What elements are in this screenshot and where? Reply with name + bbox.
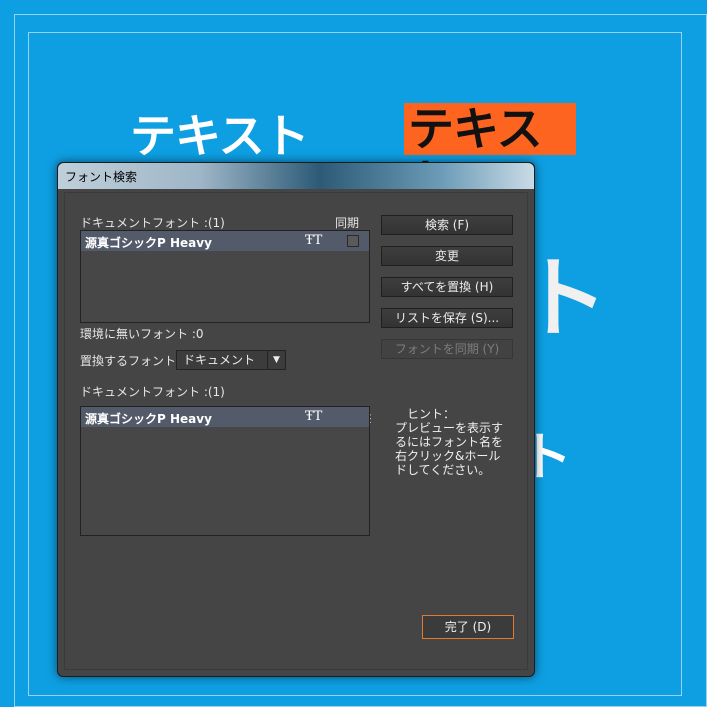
list-item[interactable]: 源真ゴシックP Heavy ŦT xyxy=(81,231,369,251)
truetype-font-icon: ŦT xyxy=(305,409,323,424)
dialog-titlebar[interactable]: フォント検索 xyxy=(58,163,534,189)
sync-column-label: 同期 xyxy=(335,216,360,230)
replace-with-value: ドキュメント xyxy=(183,353,256,367)
font-name: 源真ゴシックP Heavy xyxy=(85,236,212,250)
find-button[interactable]: 検索 (F) xyxy=(381,215,513,235)
canvas-text-white[interactable]: テキスト xyxy=(130,100,310,166)
sync-checkbox[interactable] xyxy=(347,235,359,247)
change-button[interactable]: 変更 xyxy=(381,246,513,266)
document-fonts-label: ドキュメントフォント :(1) xyxy=(80,216,225,230)
dialog-content: ドキュメントフォント :(1) 同期 源真ゴシックP Heavy ŦT 環境に無… xyxy=(64,192,528,670)
dialog-title: フォント検索 xyxy=(65,170,138,184)
replace-list-label: ドキュメントフォント :(1) xyxy=(80,385,225,399)
replace-fonts-list[interactable]: 源真ゴシックP Heavy ŦT xyxy=(80,406,370,536)
done-button[interactable]: 完了 (D) xyxy=(422,615,514,639)
truetype-font-icon: ŦT xyxy=(305,233,323,248)
list-item[interactable]: 源真ゴシックP Heavy ŦT xyxy=(81,407,369,427)
hint-title: ヒント： xyxy=(407,407,456,421)
font-name: 源真ゴシックP Heavy xyxy=(85,412,212,426)
save-list-button[interactable]: リストを保存 (S)... xyxy=(381,308,513,328)
hint-text: プレビューを表示するにはフォント名を右クリック&ホールドしてください。 xyxy=(395,421,504,477)
chevron-down-icon: ▼ xyxy=(267,351,285,369)
missing-fonts-label: 環境に無いフォント :0 xyxy=(80,327,204,341)
canvas-text-highlighted[interactable]: テキスト xyxy=(404,103,576,207)
replace-with-dropdown[interactable]: ドキュメント ▼ xyxy=(176,350,286,370)
replace-with-label: 置換するフォント : xyxy=(80,354,184,368)
sync-fonts-button[interactable]: フォントを同期 (Y) xyxy=(381,339,513,359)
find-font-dialog: フォント検索 ドキュメントフォント :(1) 同期 源真ゴシックP Heavy … xyxy=(57,162,535,677)
document-fonts-list[interactable]: 源真ゴシックP Heavy ŦT xyxy=(80,230,370,323)
change-all-button[interactable]: すべてを置換 (H) xyxy=(381,277,513,297)
